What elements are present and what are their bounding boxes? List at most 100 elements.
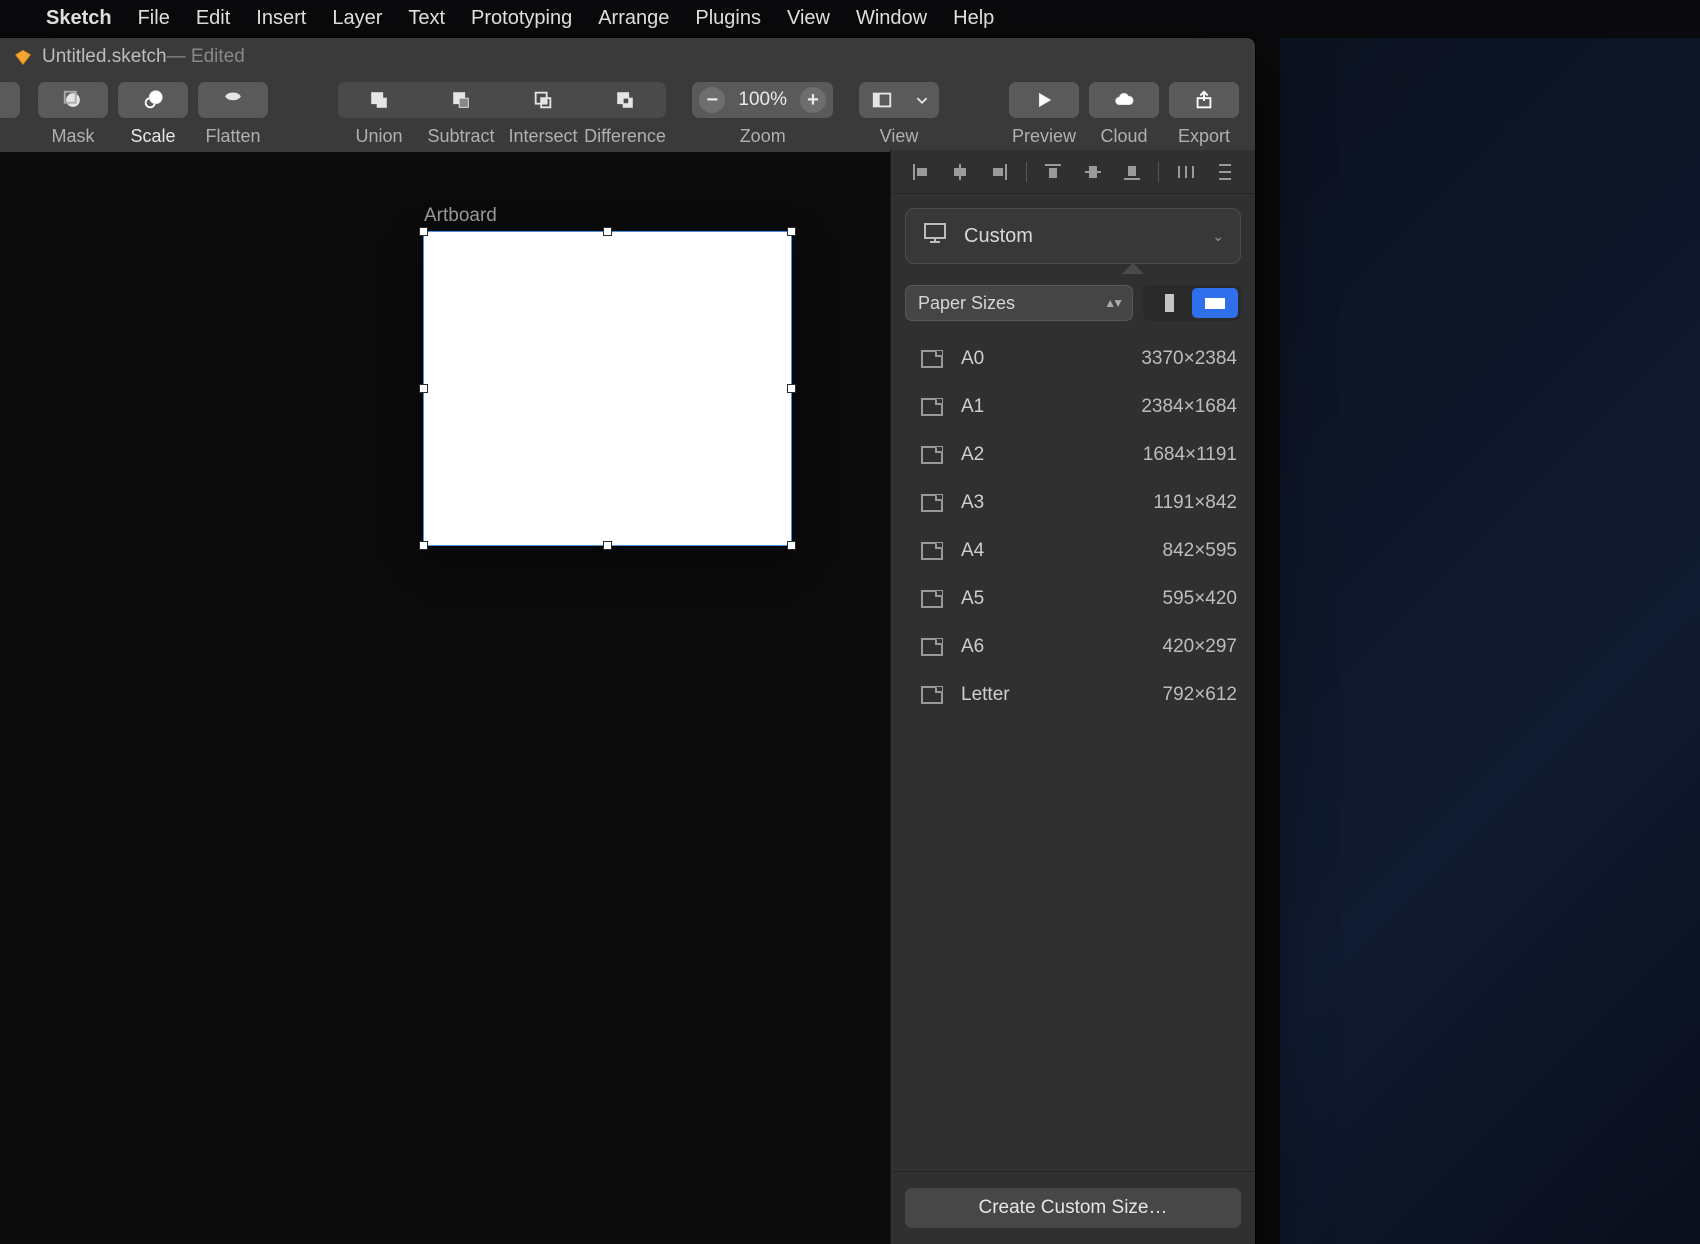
page-icon [921, 590, 943, 608]
page-icon [921, 494, 943, 512]
resize-handle-ne[interactable] [787, 227, 796, 236]
orientation-portrait-button[interactable] [1146, 288, 1192, 318]
align-right-button[interactable] [986, 159, 1012, 185]
size-row-a0[interactable]: A03370×2384 [891, 335, 1255, 383]
zoom-label: Zoom [740, 126, 786, 147]
popover-pointer [1122, 263, 1144, 274]
size-row-a4[interactable]: A4 842×595 [891, 527, 1255, 575]
orientation-toggle [1143, 285, 1241, 321]
size-dims: 3370×2384 [1141, 348, 1237, 370]
align-vcenter-button[interactable] [1080, 159, 1106, 185]
artboard-label[interactable]: Artboard [424, 205, 497, 227]
size-name: A6 [961, 636, 984, 658]
menu-view[interactable]: View [787, 7, 830, 30]
menu-help[interactable]: Help [953, 7, 994, 30]
artboard-preset-label: Custom [964, 225, 1033, 248]
size-category-label: Paper Sizes [918, 293, 1015, 314]
menu-insert[interactable]: Insert [256, 7, 306, 30]
resize-handle-n[interactable] [603, 227, 612, 236]
flatten-label: Flatten [205, 126, 260, 147]
distribute-h-button[interactable] [1173, 159, 1199, 185]
size-dims: 842×595 [1163, 540, 1238, 562]
artboard-preset-select[interactable]: Custom ⌄ [905, 208, 1241, 264]
size-row-a3[interactable]: A31191×842 [891, 479, 1255, 527]
subtract-label: Subtract [420, 126, 502, 147]
resize-handle-w[interactable] [419, 384, 428, 393]
intersect-button[interactable] [502, 82, 584, 118]
size-row-letter[interactable]: Letter792×612 [891, 671, 1255, 719]
menu-window[interactable]: Window [856, 7, 927, 30]
view-menu-button[interactable] [905, 82, 939, 118]
macos-menubar: Sketch File Edit Insert Layer Text Proto… [0, 0, 1700, 36]
scale-button[interactable] [118, 82, 188, 118]
distribute-v-button[interactable] [1212, 159, 1238, 185]
page-icon [921, 686, 943, 704]
size-row-a2[interactable]: A21684×1191 [891, 431, 1255, 479]
size-dims: 792×612 [1163, 684, 1238, 706]
size-name: A4 [961, 540, 984, 562]
document-edited-indicator: — Edited [167, 46, 245, 68]
separator [1158, 162, 1159, 182]
difference-button[interactable] [584, 82, 666, 118]
export-button[interactable] [1169, 82, 1239, 118]
create-custom-size-button[interactable]: Create Custom Size… [905, 1188, 1241, 1228]
window-titlebar[interactable]: Untitled.sketch — Edited [0, 38, 1255, 76]
size-dims: 595×420 [1163, 588, 1238, 610]
menu-plugins[interactable]: Plugins [695, 7, 761, 30]
size-name: A3 [961, 492, 984, 514]
menu-text[interactable]: Text [408, 7, 445, 30]
separator [1026, 162, 1027, 182]
artboard-preset-icon [922, 222, 948, 250]
artboard[interactable] [424, 232, 791, 545]
align-hcenter-button[interactable] [947, 159, 973, 185]
menu-arrange[interactable]: Arrange [598, 7, 669, 30]
size-category-dropdown[interactable]: Paper Sizes ▲▼ [905, 285, 1133, 321]
menu-file[interactable]: File [138, 7, 170, 30]
resize-handle-e[interactable] [787, 384, 796, 393]
size-dims: 1684×1191 [1143, 444, 1237, 466]
export-label: Export [1178, 126, 1230, 147]
size-list: A03370×2384 A1 2384×1684 A21684×1191A31191×… [891, 335, 1255, 1171]
size-row-a1[interactable]: A1 2384×1684 [891, 383, 1255, 431]
zoom-in-button[interactable]: + [800, 87, 826, 113]
resize-handle-se[interactable] [787, 541, 796, 550]
resize-handle-s[interactable] [603, 541, 612, 550]
document-title: Untitled.sketch [42, 46, 167, 68]
scale-label: Scale [130, 126, 175, 147]
subtract-button[interactable] [420, 82, 502, 118]
size-row-a6[interactable]: A6420×297 [891, 623, 1255, 671]
difference-label: Difference [584, 126, 666, 147]
cloud-button[interactable] [1089, 82, 1159, 118]
align-bottom-button[interactable] [1119, 159, 1145, 185]
app-menu[interactable]: Sketch [46, 7, 112, 30]
menu-edit[interactable]: Edit [196, 7, 230, 30]
align-left-button[interactable] [908, 159, 934, 185]
resize-handle-sw[interactable] [419, 541, 428, 550]
flatten-button[interactable] [198, 82, 268, 118]
zoom-out-button[interactable]: − [699, 87, 725, 113]
orientation-landscape-button[interactable] [1192, 288, 1238, 318]
chevron-down-icon: ⌄ [1212, 228, 1224, 245]
rotate-button[interactable] [0, 82, 20, 118]
menu-layer[interactable]: Layer [332, 7, 382, 30]
resize-handle-nw[interactable] [419, 227, 428, 236]
page-icon [921, 638, 943, 656]
page-icon [921, 398, 943, 416]
zoom-value: 100% [732, 89, 793, 111]
mask-button[interactable] [38, 82, 108, 118]
menu-prototyping[interactable]: Prototyping [471, 7, 572, 30]
zoom-control: − 100% + [692, 82, 833, 118]
view-label: View [880, 126, 919, 147]
size-dims: 2384×1684 [1141, 396, 1237, 418]
page-icon [921, 542, 943, 560]
preview-button[interactable] [1009, 82, 1079, 118]
view-mode-button[interactable] [859, 82, 905, 118]
size-row-a5[interactable]: A5595×420 [891, 575, 1255, 623]
cloud-label: Cloud [1100, 126, 1147, 147]
page-icon [921, 350, 943, 368]
size-name: A1 [961, 396, 984, 418]
union-button[interactable] [338, 82, 420, 118]
align-top-button[interactable] [1040, 159, 1066, 185]
mask-label: Mask [51, 126, 94, 147]
intersect-label: Intersect [502, 126, 584, 147]
